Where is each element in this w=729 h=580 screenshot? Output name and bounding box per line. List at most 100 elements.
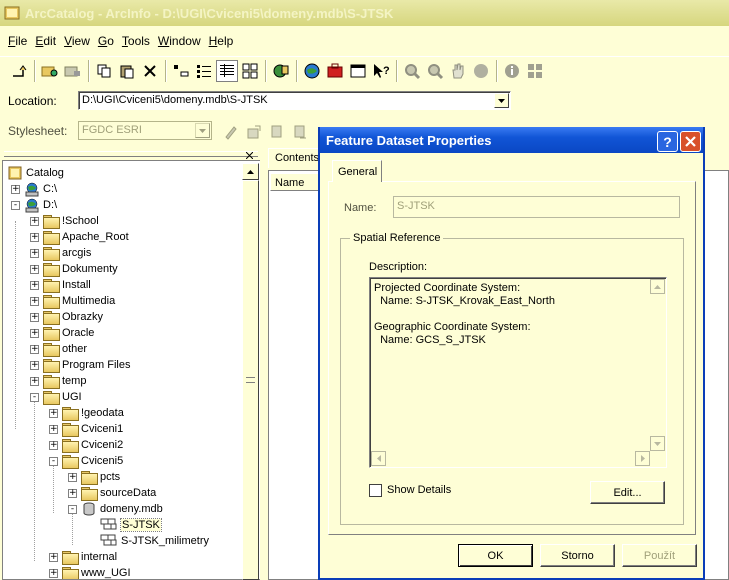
tree-item-temp[interactable]: temp xyxy=(43,373,86,389)
description-textbox[interactable]: Projected Coordinate System: Name: S-JTS… xyxy=(369,277,667,468)
launch-arcmap-icon[interactable] xyxy=(270,60,292,82)
list-view-icon[interactable] xyxy=(193,60,215,82)
zoom-in-icon[interactable] xyxy=(401,60,423,82)
collapse-icon[interactable]: - xyxy=(11,201,20,210)
details-view-icon[interactable] xyxy=(216,59,238,82)
arctoolbox-icon[interactable] xyxy=(324,60,346,82)
copy-icon[interactable] xyxy=(93,60,115,82)
tree-item-pcts[interactable]: pcts xyxy=(81,469,120,485)
tree-item-c[interactable]: C:\ xyxy=(24,181,57,197)
close-pane-icon[interactable] xyxy=(242,151,256,159)
export-metadata-icon[interactable] xyxy=(289,121,311,143)
tree-item-install[interactable]: Install xyxy=(43,277,91,293)
tree-item-s-jtsk[interactable]: S-JTSK xyxy=(100,517,162,533)
tree-item-arcgis[interactable]: arcgis xyxy=(43,245,91,261)
metadata-properties-icon[interactable] xyxy=(243,121,265,143)
tree-item-cviceni5[interactable]: Cviceni5 xyxy=(62,453,123,469)
tree-item-d[interactable]: D:\ xyxy=(24,197,57,213)
disconnect-folder-icon[interactable] xyxy=(62,60,84,82)
expand-icon[interactable]: + xyxy=(68,473,77,482)
import-metadata-icon[interactable] xyxy=(266,121,288,143)
tree-item-geodata[interactable]: !geodata xyxy=(62,405,124,421)
tree-item-cviceni2[interactable]: Cviceni2 xyxy=(62,437,123,453)
tree-item-internal[interactable]: internal xyxy=(62,549,117,565)
connect-folder-icon[interactable] xyxy=(39,60,61,82)
tab-contents[interactable]: Contents xyxy=(268,148,322,168)
location-combobox[interactable]: D:\UGI\Cviceni5\domeny.mdb\S-JTSK xyxy=(78,91,511,110)
expand-icon[interactable]: + xyxy=(11,185,20,194)
stylesheet-dropdown-button[interactable] xyxy=(195,123,210,138)
tree-item-program-files[interactable]: Program Files xyxy=(43,357,130,373)
cancel-button[interactable]: Storno xyxy=(540,544,615,567)
zoom-out-icon[interactable] xyxy=(424,60,446,82)
edit-metadata-icon[interactable] xyxy=(220,121,242,143)
close-button[interactable] xyxy=(680,131,701,152)
expand-icon[interactable]: + xyxy=(30,249,39,258)
ok-button[interactable]: OK xyxy=(458,544,533,567)
expand-icon[interactable]: + xyxy=(30,265,39,274)
expand-icon[interactable]: + xyxy=(49,553,58,562)
collapse-icon[interactable]: - xyxy=(49,457,58,466)
catalog-tree-scrollbar[interactable] xyxy=(242,163,259,580)
menu-view[interactable]: View xyxy=(60,34,94,48)
command-line-icon[interactable] xyxy=(347,60,369,82)
expand-icon[interactable]: + xyxy=(30,345,39,354)
edit-button[interactable]: Edit... xyxy=(590,481,665,504)
expand-icon[interactable]: + xyxy=(30,281,39,290)
tree-item-catalog[interactable]: Catalog xyxy=(7,165,64,181)
tree-item-sourcedata[interactable]: sourceData xyxy=(81,485,156,501)
description-vertical-scrollbar[interactable] xyxy=(650,279,665,451)
tree-item-cviceni1[interactable]: Cviceni1 xyxy=(62,421,123,437)
scroll-thumb[interactable] xyxy=(242,180,259,580)
expand-icon[interactable]: + xyxy=(49,569,58,578)
collapse-icon[interactable]: - xyxy=(30,393,39,402)
tree-item-dokumenty[interactable]: Dokumenty xyxy=(43,261,118,277)
whats-this-icon[interactable]: ? xyxy=(370,60,392,82)
tree-item-multimedia[interactable]: Multimedia xyxy=(43,293,115,309)
help-button[interactable]: ? xyxy=(657,131,678,152)
expand-icon[interactable]: + xyxy=(30,313,39,322)
full-extent-icon[interactable] xyxy=(470,60,492,82)
scroll-right-button[interactable] xyxy=(635,451,650,466)
scroll-up-button[interactable] xyxy=(650,279,665,294)
location-dropdown-button[interactable] xyxy=(494,93,509,108)
tree-item-apache-root[interactable]: Apache_Root xyxy=(43,229,129,245)
collapse-icon[interactable]: - xyxy=(68,505,77,514)
scroll-left-button[interactable] xyxy=(371,451,386,466)
large-icons-icon[interactable] xyxy=(170,60,192,82)
up-one-level-icon[interactable] xyxy=(8,60,30,82)
search-globe-icon[interactable] xyxy=(301,60,323,82)
description-horizontal-scrollbar[interactable] xyxy=(371,451,650,466)
tree-item-other[interactable]: other xyxy=(43,341,87,357)
paste-icon[interactable] xyxy=(116,60,138,82)
expand-icon[interactable]: + xyxy=(30,361,39,370)
dialog-title-bar[interactable]: Feature Dataset Properties ? xyxy=(320,127,703,153)
tree-item-s-jtsk-milimetry[interactable]: S-JTSK_milimetry xyxy=(100,533,209,549)
show-details-checkbox[interactable] xyxy=(369,484,382,497)
create-thumbnail-icon[interactable] xyxy=(524,60,546,82)
delete-icon[interactable] xyxy=(139,60,161,82)
expand-icon[interactable]: + xyxy=(68,489,77,498)
menu-tools[interactable]: Tools xyxy=(118,34,154,48)
expand-icon[interactable]: + xyxy=(30,217,39,226)
thumbnails-icon[interactable] xyxy=(239,60,261,82)
menu-edit[interactable]: Edit xyxy=(31,34,60,48)
scroll-up-button[interactable] xyxy=(242,163,259,180)
menu-go[interactable]: Go xyxy=(94,34,118,48)
expand-icon[interactable]: + xyxy=(49,441,58,450)
tree-pane-grip[interactable] xyxy=(4,151,258,157)
tree-item-domeny-mdb[interactable]: domeny.mdb xyxy=(81,501,163,517)
identify-icon[interactable] xyxy=(501,60,523,82)
tree-item-obrazky[interactable]: Obrazky xyxy=(43,309,103,325)
apply-button[interactable]: Použít xyxy=(622,544,697,567)
name-field[interactable]: S-JTSK xyxy=(393,196,680,218)
menu-file[interactable]: File xyxy=(4,34,31,48)
menu-window[interactable]: Window xyxy=(154,34,205,48)
expand-icon[interactable]: + xyxy=(30,329,39,338)
expand-icon[interactable]: + xyxy=(30,377,39,386)
pan-icon[interactable] xyxy=(447,60,469,82)
catalog-tree[interactable]: Catalog + C:\ - D:\ + !School + Apache_Root + arcg… xyxy=(2,160,260,580)
scroll-down-button[interactable] xyxy=(650,436,665,451)
tree-item-oracle[interactable]: Oracle xyxy=(43,325,94,341)
menu-help[interactable]: Help xyxy=(205,34,238,48)
